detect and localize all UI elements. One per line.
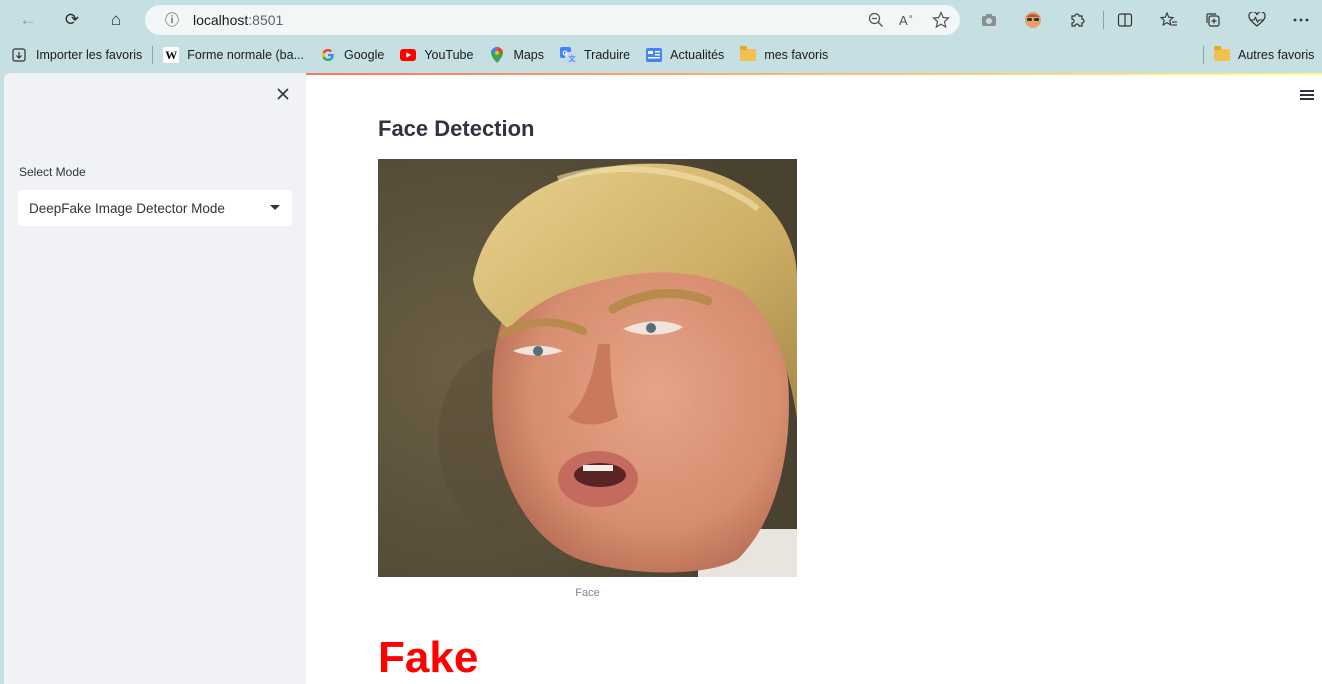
star-icon[interactable] bbox=[932, 11, 950, 29]
read-aloud-icon[interactable]: Aᵃ bbox=[898, 12, 918, 28]
svg-text:ᵃ: ᵃ bbox=[909, 13, 913, 22]
reload-icon: ⟳ bbox=[64, 10, 80, 29]
mode-select-value: DeepFake Image Detector Mode bbox=[29, 200, 225, 216]
bookmark-label: Traduire bbox=[584, 48, 631, 62]
select-mode-label: Select Mode bbox=[19, 165, 86, 179]
favorites-icon[interactable] bbox=[1149, 0, 1189, 40]
news-icon bbox=[646, 47, 663, 63]
bookmark-translate[interactable]: G文 Traduire bbox=[552, 42, 638, 68]
url-host: localhost bbox=[193, 12, 249, 28]
bookmark-label: Importer les favoris bbox=[36, 48, 143, 62]
bookmark-mes-favoris[interactable]: mes favoris bbox=[732, 42, 836, 68]
google-icon bbox=[320, 47, 336, 63]
bookmark-import[interactable]: Importer les favoris bbox=[0, 42, 150, 68]
close-sidebar-icon[interactable] bbox=[276, 85, 290, 105]
collections-icon[interactable] bbox=[1193, 0, 1233, 40]
translate-icon: G文 bbox=[560, 47, 577, 63]
folder-icon bbox=[740, 46, 757, 63]
bookmark-label: Autres favoris bbox=[1238, 48, 1315, 62]
browser-toolbar: ← ⟳ ⌂ ⓘ localhost:8501 Aᵃ bbox=[0, 0, 1322, 40]
more-icon[interactable] bbox=[1281, 0, 1321, 40]
bookmark-label: YouTube bbox=[424, 48, 474, 62]
bookmarks-bar: Importer les favoris W Forme normale (ba… bbox=[0, 40, 1322, 70]
camera-icon[interactable] bbox=[969, 0, 1009, 40]
bookmark-divider bbox=[152, 46, 154, 64]
zoom-out-icon[interactable] bbox=[868, 12, 884, 28]
split-screen-icon[interactable] bbox=[1105, 0, 1145, 40]
verdict-text: Fake bbox=[378, 633, 479, 682]
heart-pulse-icon[interactable] bbox=[1237, 0, 1277, 40]
mode-select[interactable]: DeepFake Image Detector Mode bbox=[18, 190, 292, 226]
bookmark-label: Forme normale (ba... bbox=[187, 48, 304, 62]
bookmark-other-favorites[interactable]: Autres favoris bbox=[1206, 42, 1322, 68]
back-arrow-icon: ← bbox=[19, 10, 37, 29]
bookmark-label: Actualités bbox=[670, 48, 725, 62]
puzzle-icon[interactable] bbox=[1057, 0, 1097, 40]
svg-text:文: 文 bbox=[569, 54, 577, 63]
bookmark-label: mes favoris bbox=[764, 48, 829, 62]
folder-icon bbox=[1214, 46, 1230, 63]
bookmark-divider bbox=[1203, 46, 1204, 64]
hamburger-menu-icon[interactable] bbox=[1300, 90, 1314, 100]
reload-button[interactable]: ⟳ bbox=[50, 0, 94, 40]
face-image bbox=[378, 159, 797, 577]
bookmark-youtube[interactable]: YouTube bbox=[392, 42, 481, 68]
chevron-down-icon bbox=[270, 205, 280, 210]
app-viewport: Select Mode DeepFake Image Detector Mode… bbox=[4, 73, 1322, 684]
svg-text:A: A bbox=[899, 13, 908, 28]
url-text: localhost:8501 bbox=[193, 12, 283, 28]
import-icon bbox=[12, 47, 28, 63]
address-bar[interactable]: ⓘ localhost:8501 Aᵃ bbox=[145, 5, 960, 35]
bookmark-label: Maps bbox=[513, 48, 545, 62]
back-button[interactable]: ← bbox=[6, 0, 50, 40]
site-info-icon[interactable]: ⓘ bbox=[155, 10, 189, 30]
maps-icon bbox=[489, 47, 505, 63]
avatar-extension-icon[interactable] bbox=[1013, 0, 1053, 40]
youtube-icon bbox=[400, 47, 417, 63]
page-title: Face Detection bbox=[378, 116, 535, 141]
wikipedia-icon: W bbox=[163, 47, 180, 63]
bookmark-maps[interactable]: Maps bbox=[481, 42, 552, 68]
url-port: :8501 bbox=[248, 12, 284, 28]
bookmark-wikipedia[interactable]: W Forme normale (ba... bbox=[155, 42, 312, 68]
home-icon: ⌂ bbox=[110, 10, 122, 29]
sidebar: Select Mode DeepFake Image Detector Mode bbox=[4, 73, 306, 684]
toolbar-divider bbox=[1103, 11, 1104, 29]
image-caption: Face bbox=[575, 587, 600, 599]
home-button[interactable]: ⌂ bbox=[94, 0, 138, 40]
bookmark-news[interactable]: Actualités bbox=[638, 42, 732, 68]
bookmark-label: Google bbox=[344, 48, 385, 62]
bookmark-google[interactable]: Google bbox=[312, 42, 392, 68]
